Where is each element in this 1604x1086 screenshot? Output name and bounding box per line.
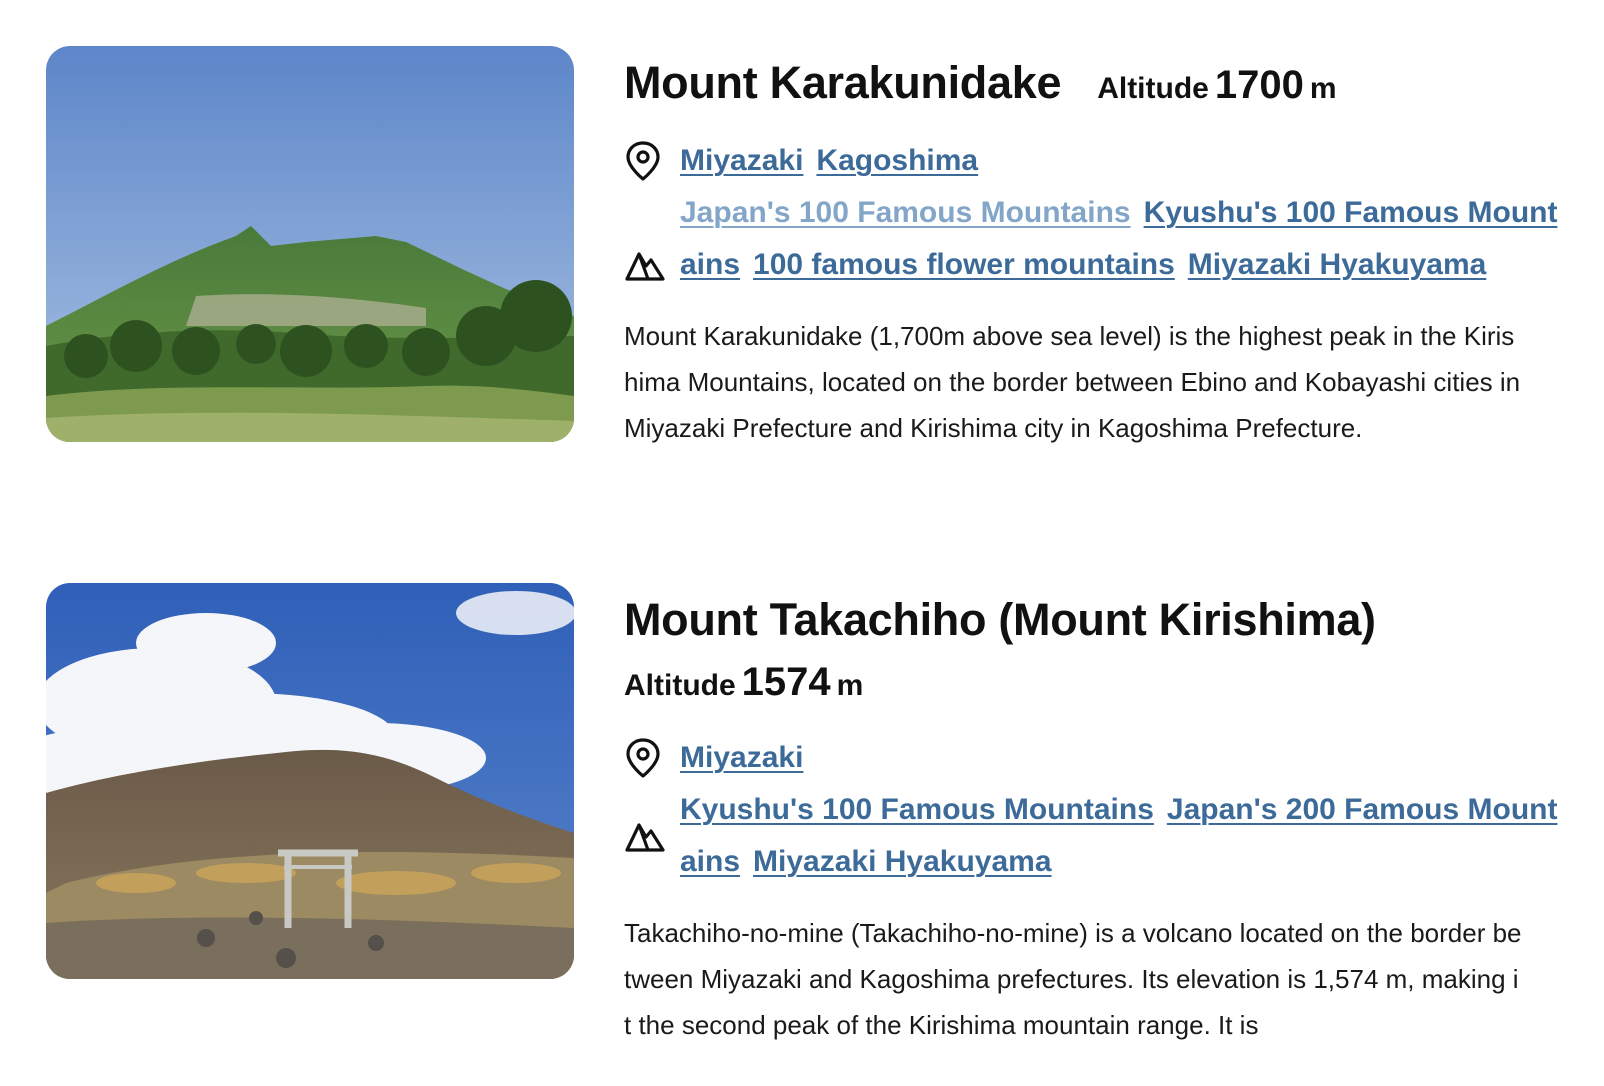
category-link-flower-100[interactable]: 100 famous flower mountains [753, 248, 1175, 281]
mountain-photo-link[interactable] [46, 583, 574, 979]
mountain-title[interactable]: Mount Takachiho (Mount Kirishima) [624, 593, 1376, 647]
location-link-miyazaki[interactable]: Miyazaki [680, 741, 803, 774]
location-link-miyazaki[interactable]: Miyazaki [680, 144, 803, 177]
category-link-miyazaki-hyakuyama[interactable]: Miyazaki Hyakuyama [1188, 248, 1487, 281]
map-pin-icon [624, 135, 680, 187]
mountain-icon [624, 239, 680, 291]
mountain-icon [624, 810, 680, 862]
altitude-value: 1700 [1214, 63, 1304, 107]
location-link-kagoshima[interactable]: Kagoshima [816, 144, 978, 177]
mountain-photo-link[interactable] [46, 46, 574, 442]
category-link-miyazaki-hyakuyama[interactable]: Miyazaki Hyakuyama [753, 845, 1052, 878]
mountain-photo [46, 583, 574, 979]
map-pin-icon [624, 732, 680, 784]
altitude-label: Altitude [624, 669, 736, 702]
mountain-card: Mount Takachiho (Mount Kirishima) Altitu… [46, 583, 1566, 1043]
mountain-title[interactable]: Mount Karakunidake [624, 56, 1061, 110]
mountain-info: Mount Takachiho (Mount Kirishima) Altitu… [624, 583, 1559, 1048]
altitude: Altitude 1574 m [624, 655, 1559, 718]
category-tags: Kyushu's 100 Famous Mountains Japan's 200… [624, 784, 1559, 888]
mountain-info: Mount Karakunidake Altitude 1700 m Miyazak… [624, 46, 1559, 451]
location-tags: Miyazaki Kagoshima [624, 135, 1559, 187]
mountain-description: Mount Karakunidake (1,700m above sea lev… [624, 321, 1521, 443]
category-tags: Japan's 100 Famous Mountains Kyushu's 100… [624, 187, 1559, 291]
altitude-unit: m [836, 669, 864, 702]
mountain-description: Takachiho-no-mine (Takachiho-no-mine) is… [624, 918, 1522, 1040]
altitude-value: 1574 [741, 660, 831, 704]
category-link-japan-100[interactable]: Japan's 100 Famous Mountains [680, 196, 1131, 229]
location-tags: Miyazaki [624, 732, 1559, 784]
altitude-label: Altitude [1097, 72, 1209, 105]
category-link-kyushu-100[interactable]: Kyushu's 100 Famous Mountains [680, 793, 1154, 826]
altitude-unit: m [1309, 72, 1337, 105]
mountain-card: Mount Karakunidake Altitude 1700 m Miyazak… [46, 46, 1566, 506]
altitude: Altitude 1700 m [1097, 58, 1336, 121]
mountain-photo [46, 46, 574, 442]
